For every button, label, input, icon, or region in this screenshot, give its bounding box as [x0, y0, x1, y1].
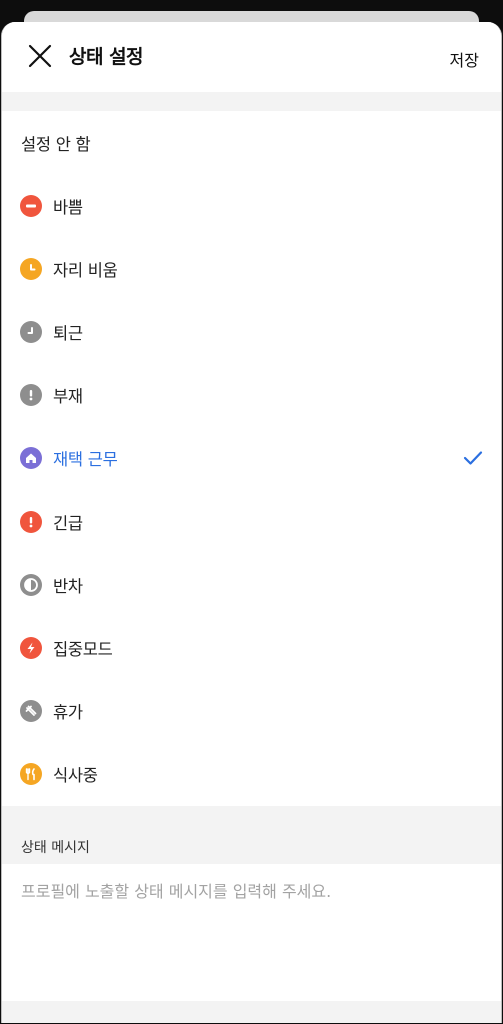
- status-option-busy[interactable]: 바쁨: [2, 174, 501, 237]
- save-button[interactable]: 저장: [450, 47, 479, 71]
- airplane-icon: [20, 700, 42, 723]
- clock-icon: [20, 320, 42, 343]
- close-icon: [28, 44, 52, 68]
- check-icon: [463, 451, 483, 465]
- status-list: 설정 안 함 바쁨 자리 비움 퇴근 부재 재택 근무 긴급 반차 집중모드 휴…: [2, 111, 501, 806]
- status-label: 퇴근: [53, 323, 83, 343]
- status-option-none[interactable]: 설정 안 함: [2, 111, 501, 174]
- status-option-eating[interactable]: 식사중: [2, 743, 501, 806]
- page-title: 상태 설정: [69, 46, 144, 68]
- divider: [2, 92, 501, 111]
- home-icon: [20, 447, 42, 470]
- status-option-remote-work[interactable]: 재택 근무: [2, 427, 501, 490]
- status-message-input[interactable]: [21, 882, 481, 901]
- screen: 상태 설정 저장 설정 안 함 바쁨 자리 비움 퇴근 부재 재택 근무 긴급 …: [0, 0, 503, 1024]
- lightning-icon: [20, 636, 42, 659]
- header: 상태 설정 저장: [2, 22, 501, 92]
- status-option-away[interactable]: 자리 비움: [2, 237, 501, 300]
- status-option-off-work[interactable]: 퇴근: [2, 300, 501, 363]
- status-label: 바쁨: [53, 197, 83, 217]
- bottom-bar: [2, 1001, 501, 1023]
- status-option-focus-mode[interactable]: 집중모드: [2, 616, 501, 679]
- fork-knife-icon: [20, 763, 42, 786]
- status-label: 부재: [53, 387, 83, 407]
- status-label: 재택 근무: [53, 450, 118, 470]
- clock-icon: [20, 257, 42, 280]
- status-option-vacation[interactable]: 휴가: [2, 680, 501, 743]
- minus-circle-icon: [20, 194, 42, 217]
- status-label: 설정 안 함: [21, 134, 91, 154]
- half-circle-icon: [20, 573, 42, 596]
- close-button[interactable]: [24, 40, 56, 72]
- status-label: 긴급: [53, 513, 83, 533]
- status-label: 집중모드: [53, 639, 113, 659]
- status-label: 식사중: [53, 766, 98, 786]
- exclamation-icon: [20, 510, 42, 533]
- status-settings-sheet: 상태 설정 저장 설정 안 함 바쁨 자리 비움 퇴근 부재 재택 근무 긴급 …: [1, 22, 502, 1023]
- status-option-urgent[interactable]: 긴급: [2, 490, 501, 553]
- status-label: 자리 비움: [53, 260, 118, 280]
- status-option-absent[interactable]: 부재: [2, 364, 501, 427]
- status-label: 반차: [53, 576, 83, 596]
- status-label: 휴가: [53, 703, 83, 723]
- exclamation-icon: [20, 384, 42, 407]
- status-message-label: 상태 메시지: [21, 840, 90, 856]
- status-option-half-day[interactable]: 반차: [2, 553, 501, 616]
